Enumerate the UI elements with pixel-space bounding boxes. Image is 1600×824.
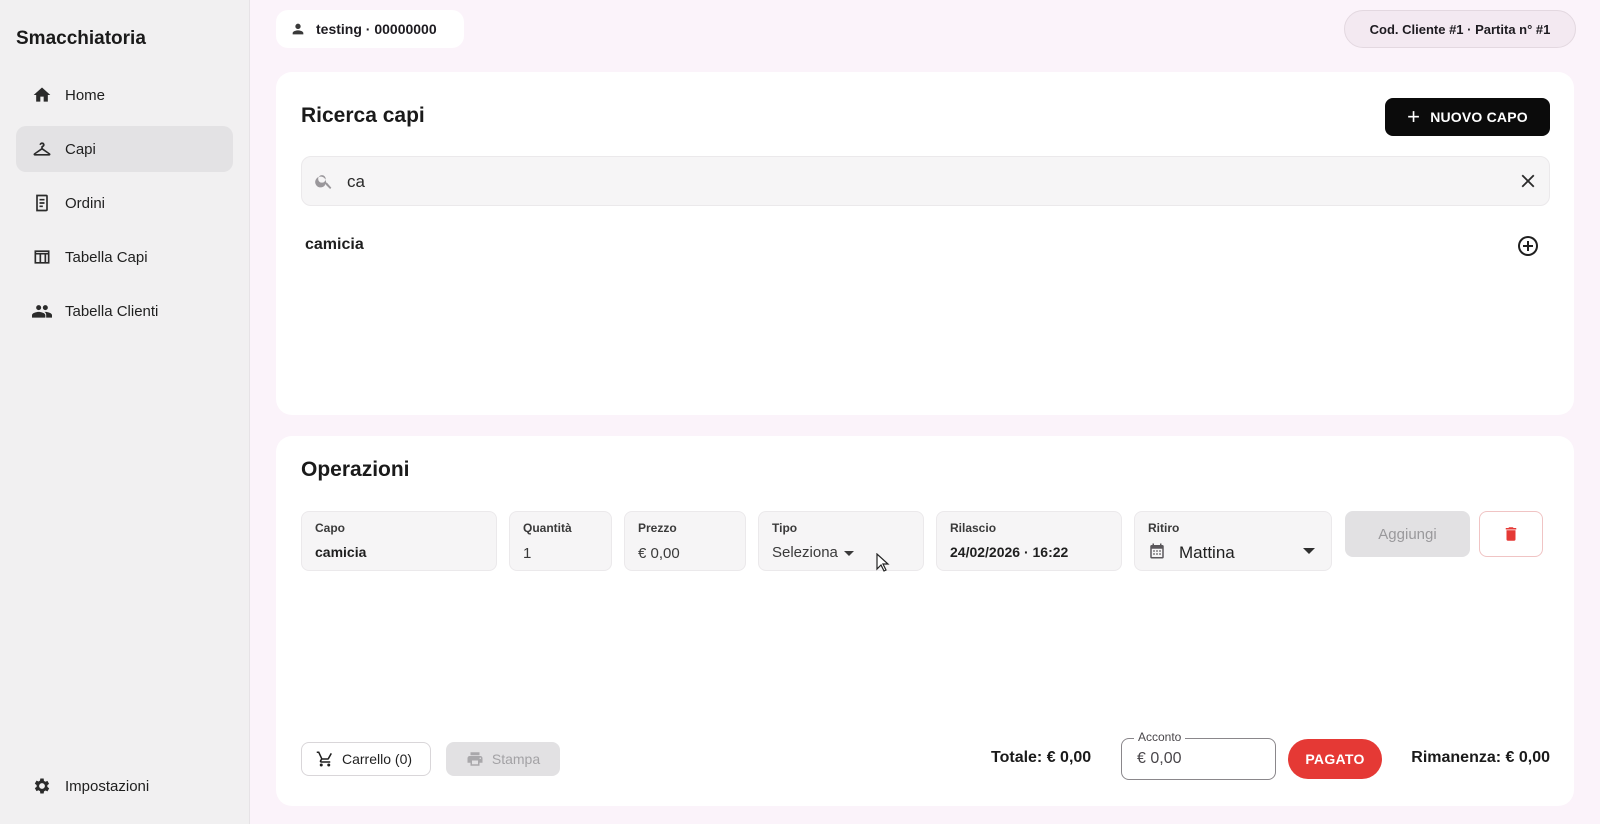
user-label: testing · 00000000: [316, 21, 437, 37]
ritiro-select[interactable]: Ritiro Mattina: [1134, 511, 1332, 571]
sidebar-item-tabella-capi[interactable]: Tabella Capi: [16, 234, 233, 280]
caret-down-icon: [1303, 548, 1315, 554]
trash-icon: [1505, 527, 1517, 541]
list-item[interactable]: camicia: [301, 228, 1550, 264]
acconto-value: € 0,00: [1137, 750, 1182, 767]
sidebar-item-label: Capi: [65, 140, 96, 158]
new-capo-label: NUOVO CAPO: [1430, 109, 1528, 125]
hanger-icon: [32, 139, 52, 159]
sidebar-item-label: Ordini: [65, 194, 106, 212]
field-label: Tipo: [772, 521, 798, 535]
quantity-value: 1: [523, 545, 532, 562]
field-label: Ritiro: [1148, 521, 1180, 535]
field-label: Capo: [315, 521, 345, 535]
capo-field[interactable]: Capo camicia: [301, 511, 497, 571]
rilascio-field[interactable]: Rilascio 24/02/2026 · 16:22: [936, 511, 1122, 571]
search-card: Ricerca capi + NUOVO CAPO ca camicia: [276, 72, 1574, 415]
capo-value: camicia: [315, 544, 367, 560]
search-icon: [314, 171, 334, 191]
tipo-value: Seleziona: [772, 544, 838, 561]
sidebar-item-capi[interactable]: Capi: [16, 126, 233, 172]
sidebar: Smacchiatoria Home Capi Ordini Tabella C…: [0, 0, 250, 824]
total-label: Totale: € 0,00: [991, 749, 1092, 766]
rilascio-value: 24/02/2026 · 16:22: [950, 544, 1069, 560]
person-icon: [292, 23, 304, 35]
cart-label: Carrello (0): [342, 751, 413, 767]
sidebar-item-home[interactable]: Home: [16, 72, 233, 118]
sidebar-item-ordini[interactable]: Ordini: [16, 180, 233, 226]
acconto-label: Acconto: [1134, 730, 1186, 744]
search-input[interactable]: ca: [301, 156, 1550, 206]
tipo-value-wrap: Seleziona: [772, 544, 854, 561]
print-button[interactable]: Stampa: [446, 742, 560, 776]
client-label: Cod. Cliente #1 · Partita n° #1: [1369, 21, 1551, 37]
calendar-icon: [1148, 542, 1166, 560]
gear-icon: [32, 776, 52, 796]
home-icon: [32, 85, 52, 105]
operations-card: Operazioni Capo camicia Quantità 1 Prezz…: [276, 436, 1574, 806]
result-label: camicia: [305, 236, 364, 253]
tipo-select[interactable]: Tipo Seleziona: [758, 511, 924, 571]
price-value: € 0,00: [638, 545, 680, 562]
sidebar-item-impostazioni[interactable]: Impostazioni: [16, 763, 233, 809]
cart-icon: [316, 751, 332, 767]
client-chip: Cod. Cliente #1 · Partita n° #1: [1344, 10, 1576, 48]
quantity-field[interactable]: Quantità 1: [509, 511, 612, 571]
paid-button[interactable]: PAGATO: [1288, 739, 1382, 779]
add-circle-icon[interactable]: [1516, 234, 1540, 258]
printer-icon: [467, 752, 483, 766]
people-icon: [32, 301, 52, 321]
mouse-cursor-icon: [876, 553, 890, 572]
field-label: Rilascio: [950, 521, 997, 535]
add-button[interactable]: Aggiungi: [1345, 511, 1470, 557]
user-chip[interactable]: testing · 00000000: [276, 10, 464, 48]
app-title: Smacchiatoria: [16, 28, 146, 49]
price-field[interactable]: Prezzo € 0,00: [624, 511, 746, 571]
ritiro-value: Mattina: [1179, 543, 1235, 562]
print-label: Stampa: [491, 751, 541, 767]
operations-card-title: Operazioni: [301, 458, 410, 481]
search-query: ca: [347, 172, 365, 191]
new-capo-button[interactable]: + NUOVO CAPO: [1385, 98, 1550, 136]
plus-icon: +: [1407, 104, 1421, 129]
search-card-title: Ricerca capi: [301, 104, 425, 127]
receipt-icon: [32, 193, 52, 213]
close-icon[interactable]: [1517, 170, 1539, 192]
sidebar-item-label: Impostazioni: [65, 777, 150, 795]
sidebar-item-label: Home: [65, 86, 106, 104]
caret-down-icon: [843, 550, 854, 556]
table-icon: [32, 247, 52, 267]
sidebar-item-label: Tabella Capi: [65, 248, 148, 266]
field-label: Prezzo: [638, 521, 677, 535]
sidebar-item-label: Tabella Clienti: [65, 302, 159, 320]
sidebar-item-tabella-clienti[interactable]: Tabella Clienti: [16, 288, 233, 334]
field-label: Quantità: [523, 521, 572, 535]
remaining-label: Rimanenza: € 0,00: [1411, 749, 1550, 766]
acconto-input[interactable]: Acconto € 0,00: [1121, 730, 1276, 780]
delete-button[interactable]: [1479, 511, 1543, 557]
cart-button[interactable]: Carrello (0): [301, 742, 431, 776]
